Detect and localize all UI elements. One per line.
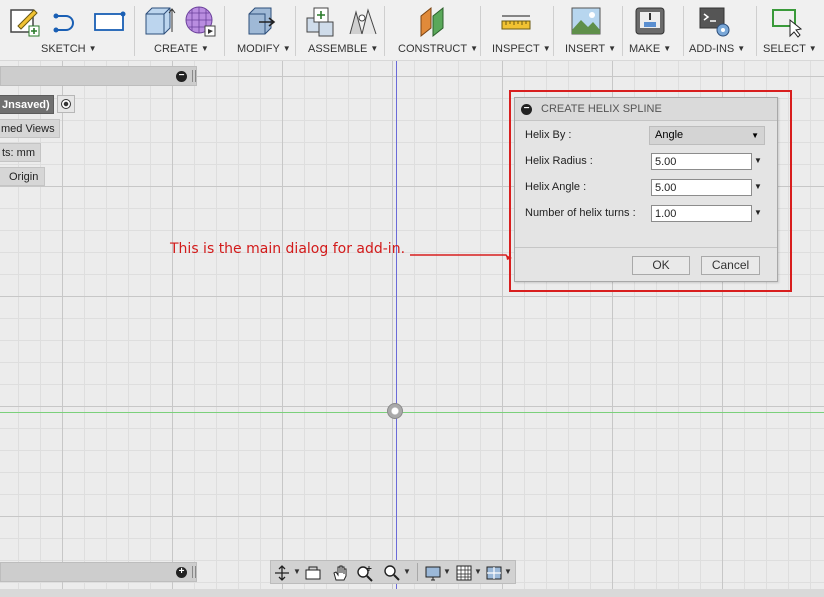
measure-icon[interactable] — [499, 4, 533, 38]
helix-angle-label: Helix Angle : — [525, 181, 587, 193]
select-icon[interactable] — [770, 4, 804, 38]
create-helix-spline-dialog: − CREATE HELIX SPLINE Helix By : Angle ▼… — [514, 97, 778, 282]
toolbar-group-assemble[interactable]: ASSEMBLE ▼ — [296, 0, 384, 60]
toolbar-label-sketch[interactable]: SKETCH ▼ — [41, 43, 97, 55]
form-icon[interactable] — [183, 4, 217, 38]
toolbar-label-inspect[interactable]: INSPECT ▼ — [492, 43, 551, 55]
helix-angle-input[interactable] — [651, 179, 752, 196]
sketch-create-icon[interactable] — [8, 4, 42, 38]
helix-turns-dropdown-icon[interactable]: ▼ — [754, 208, 762, 217]
ok-button[interactable]: OK — [632, 256, 690, 275]
zoom-dropdown-icon[interactable]: ▼ — [403, 567, 411, 576]
toolbar-label-select[interactable]: SELECT ▼ — [763, 43, 817, 55]
offset-plane-icon[interactable] — [417, 4, 451, 38]
collapse-icon[interactable]: − — [176, 71, 187, 82]
toolbar-label-add-ins[interactable]: ADD-INS ▼ — [689, 43, 745, 55]
dialog-title: CREATE HELIX SPLINE — [541, 103, 662, 115]
toolbar-group-select[interactable]: SELECT ▼ — [757, 0, 824, 60]
toolbar-group-create[interactable]: CREATE ▼ — [135, 0, 223, 60]
helix-radius-label: Helix Radius : — [525, 155, 593, 167]
grid-dropdown-icon[interactable]: ▼ — [474, 567, 482, 576]
toolbar-label-insert[interactable]: INSERT ▼ — [565, 43, 616, 55]
chevron-down-icon: ▼ — [751, 131, 759, 140]
fit-icon[interactable] — [383, 564, 401, 582]
helix-turns-label: Number of helix turns : — [525, 207, 636, 219]
z-axis-line — [396, 61, 397, 589]
grid-settings-icon[interactable] — [455, 564, 473, 582]
new-component-icon[interactable] — [304, 4, 338, 38]
dialog-collapse-icon[interactable]: − — [521, 104, 532, 115]
orbit-icon[interactable] — [273, 564, 291, 582]
dialog-divider — [515, 247, 777, 248]
toolbar-group-construct[interactable]: CONSTRUCT ▼ — [385, 0, 480, 60]
zoom-icon[interactable] — [356, 564, 374, 582]
annotation-arrow — [410, 254, 512, 260]
toolbar-group-modify[interactable]: MODIFY ▼ — [225, 0, 295, 60]
cancel-button[interactable]: Cancel — [701, 256, 760, 275]
helix-by-select[interactable]: Angle ▼ — [649, 126, 765, 145]
display-settings-icon[interactable] — [424, 564, 442, 582]
annotation-text: This is the main dialog for add-in. — [170, 241, 406, 257]
box-icon[interactable] — [142, 4, 176, 38]
browser-panel-header[interactable]: − — [0, 66, 197, 86]
helix-radius-dropdown-icon[interactable]: ▼ — [754, 156, 762, 165]
toolbar-group-insert[interactable]: INSERT ▼ — [554, 0, 622, 60]
browser-document-node[interactable]: Jnsaved) — [0, 95, 54, 114]
origin-point[interactable] — [387, 403, 403, 419]
navbar-separator — [417, 563, 418, 581]
press-pull-icon[interactable] — [243, 4, 277, 38]
toolbar-label-modify[interactable]: MODIFY ▼ — [237, 43, 291, 55]
look-at-icon[interactable] — [304, 564, 322, 582]
scripts-addins-icon[interactable] — [698, 4, 732, 38]
comments-panel-header[interactable]: + — [0, 562, 197, 582]
helix-turns-input[interactable] — [651, 205, 752, 222]
panel-grip-icon[interactable] — [192, 566, 196, 578]
viewports-icon[interactable] — [485, 564, 503, 582]
x-axis-line — [0, 412, 824, 413]
browser-units-node[interactable]: ts: mm — [0, 143, 41, 162]
helix-by-label: Helix By : — [525, 129, 572, 141]
navigation-bar: ▼ ▼ ▼ ▼ ▼ — [270, 560, 516, 584]
helix-by-value: Angle — [655, 129, 684, 141]
panel-grip-icon[interactable] — [192, 70, 196, 82]
browser-origin-node[interactable]: Origin — [0, 167, 45, 186]
arc-icon[interactable] — [50, 4, 84, 38]
browser-named-views-node[interactable]: med Views — [0, 119, 60, 138]
pan-icon[interactable] — [331, 564, 349, 582]
helix-angle-dropdown-icon[interactable]: ▼ — [754, 182, 762, 191]
main-toolbar: SKETCH ▼ CREATE ▼ MODIFY ▼ ASSEMBLE ▼ CO… — [0, 0, 824, 61]
viewports-dropdown-icon[interactable]: ▼ — [504, 567, 512, 576]
toolbar-group-sketch[interactable]: SKETCH ▼ — [0, 0, 133, 60]
activate-radio-icon[interactable] — [57, 95, 75, 113]
3d-print-icon[interactable] — [633, 4, 667, 38]
toolbar-group-make[interactable]: MAKE ▼ — [623, 0, 683, 60]
toolbar-label-create[interactable]: CREATE ▼ — [154, 43, 209, 55]
toolbar-label-assemble[interactable]: ASSEMBLE ▼ — [308, 43, 378, 55]
toolbar-label-make[interactable]: MAKE ▼ — [629, 43, 671, 55]
orbit-dropdown-icon[interactable]: ▼ — [293, 567, 301, 576]
dialog-header[interactable]: − CREATE HELIX SPLINE — [515, 98, 777, 121]
toolbar-label-construct[interactable]: CONSTRUCT ▼ — [398, 43, 478, 55]
toolbar-group-inspect[interactable]: INSPECT ▼ — [481, 0, 553, 60]
helix-radius-input[interactable] — [651, 153, 752, 170]
status-strip — [0, 589, 824, 597]
expand-icon[interactable]: + — [176, 567, 187, 578]
toolbar-group-add-ins[interactable]: ADD-INS ▼ — [684, 0, 756, 60]
insert-image-icon[interactable] — [569, 4, 603, 38]
joint-icon[interactable] — [346, 4, 380, 38]
rectangle-icon[interactable] — [92, 4, 126, 38]
display-dropdown-icon[interactable]: ▼ — [443, 567, 451, 576]
